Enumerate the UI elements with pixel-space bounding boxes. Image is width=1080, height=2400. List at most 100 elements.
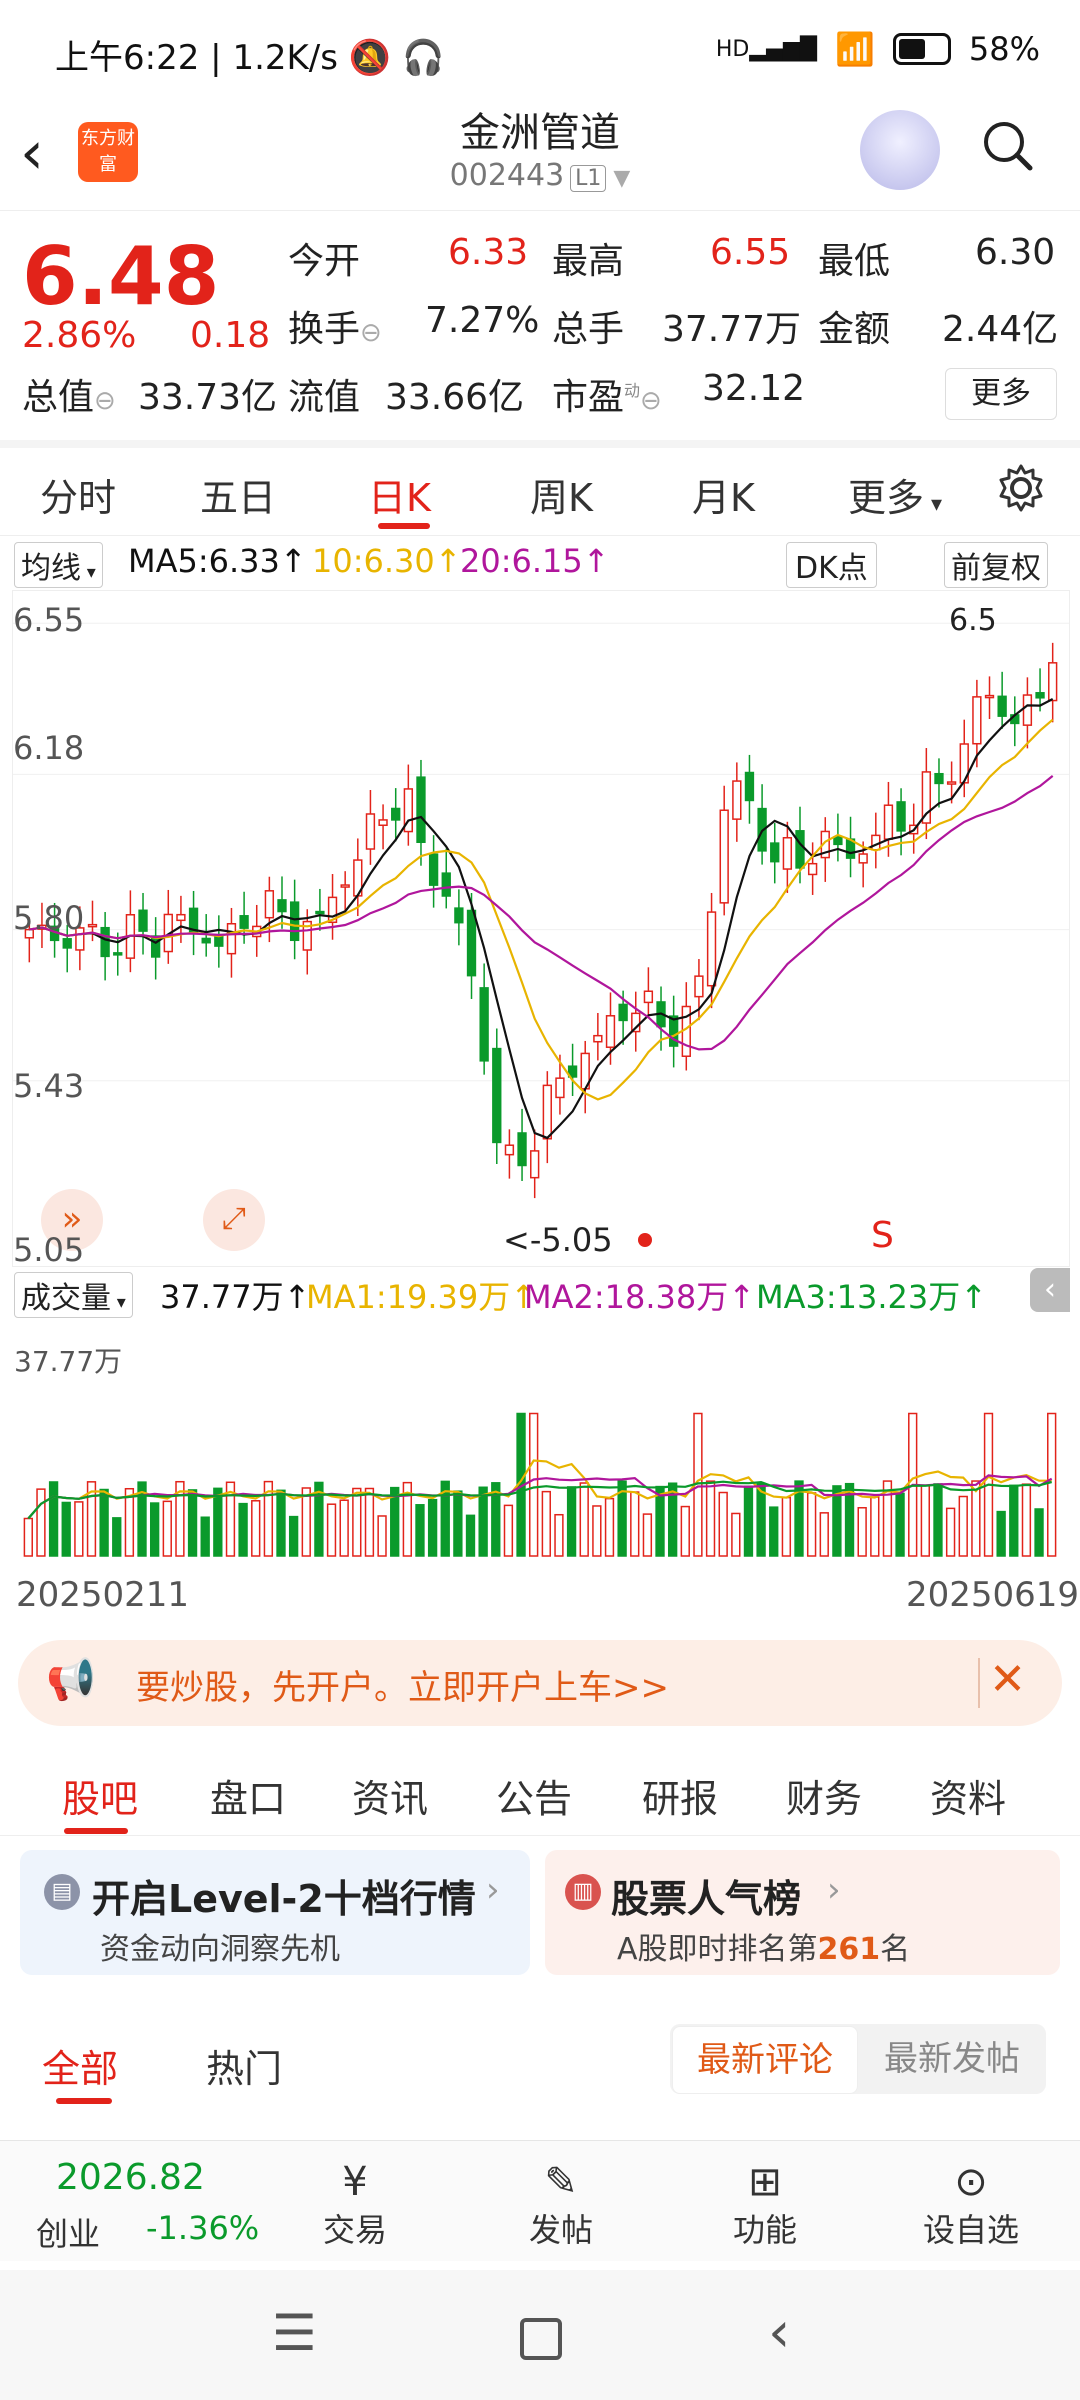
more-button[interactable]: 更多 [945, 368, 1057, 420]
volume-selector[interactable]: 成交量 ▾ [14, 1272, 133, 1318]
kline-chart[interactable]: » ⤢ <-5.05 S 6.5 6.55 6.18 5.80 5.43 5.0… [12, 590, 1070, 1269]
tab-news[interactable]: 资讯 [352, 1768, 428, 1823]
ma-selector[interactable]: 均线 ▾ [14, 542, 103, 588]
turnover-value: 7.27% [425, 300, 540, 341]
volume-bar [680, 1505, 690, 1557]
volume-bar [364, 1487, 375, 1557]
volume-bar [213, 1487, 223, 1557]
filter-all[interactable]: 全部 [42, 2038, 118, 2093]
tab-financials[interactable]: 财务 [786, 1768, 862, 1823]
tab-forum[interactable]: 股吧 [62, 1768, 138, 1823]
volume-bar [415, 1504, 425, 1557]
candle-body [391, 807, 401, 821]
volume-bar [579, 1482, 589, 1557]
volume-bar [200, 1516, 210, 1557]
volume-bar [377, 1515, 387, 1557]
active-tab-indicator [378, 523, 430, 529]
trade-button[interactable]: ¥ 交易 [290, 2159, 420, 2251]
adjust-button[interactable]: 前复权 [944, 542, 1048, 588]
sort-latest-post[interactable]: 最新发帖 [860, 2026, 1044, 2092]
forum-filter: 全部 热门 最新评论 最新发帖 [0, 2010, 1080, 2110]
volume-bar [326, 1503, 337, 1557]
tab-five-day[interactable]: 五日 [200, 467, 276, 522]
volume-bar [187, 1489, 198, 1557]
tab-orderbook[interactable]: 盘口 [210, 1768, 286, 1823]
tab-weekly-k[interactable]: 周K [530, 467, 593, 522]
collapse-panel-icon[interactable]: ‹ [1030, 1268, 1070, 1312]
settings-icon[interactable] [996, 463, 1046, 513]
volume-bar [958, 1495, 968, 1557]
volume-bar [705, 1480, 716, 1557]
volume-bar [339, 1499, 349, 1557]
candle-body [277, 899, 287, 913]
functions-button[interactable]: ⊞ 功能 [700, 2159, 830, 2251]
volume-bar [756, 1482, 766, 1557]
signal-dot [638, 1233, 652, 1247]
volume-bar [604, 1497, 615, 1557]
index-change: -1.36% [146, 2209, 260, 2247]
candle-body [441, 872, 451, 897]
signal-icon: HD▂▄▆█ [715, 36, 818, 62]
home-icon[interactable] [520, 2318, 562, 2360]
tab-research[interactable]: 研报 [642, 1768, 718, 1823]
tab-more[interactable]: 更多 ▾ [848, 467, 942, 522]
popularity-sub: A股即时排名第261名 [617, 1932, 911, 1967]
mcap-value: 33.73亿 [138, 377, 278, 418]
candle-body [782, 837, 793, 870]
candle-body [833, 836, 843, 846]
volume-bar [895, 1492, 905, 1557]
volume-indicator-bar: 成交量 ▾ 37.77万↑ MA1:19.39万↑ MA2:18.38万↑ MA… [0, 1268, 1080, 1318]
popularity-title: 股票人气榜 [611, 1877, 802, 1921]
pe-label[interactable]: 市盈动⊖ [552, 368, 662, 420]
filter-hot[interactable]: 热门 [206, 2038, 282, 2093]
tab-intraday[interactable]: 分时 [40, 467, 116, 522]
assistant-avatar[interactable] [860, 110, 940, 190]
popularity-card[interactable]: ▥ 股票人气榜 › A股即时排名第261名 [545, 1850, 1060, 1975]
menu-icon[interactable]: ☰ [272, 2304, 317, 2362]
open-label: 今开 [288, 241, 361, 282]
end-date: 20250619 [906, 1575, 1080, 1615]
mute-icon: 🔕 [348, 38, 392, 78]
volume-bar [743, 1485, 754, 1557]
dk-point-button[interactable]: DK点 [786, 542, 877, 588]
volume-bar [655, 1485, 665, 1557]
index-name: 创业 [36, 2215, 101, 2253]
headset-icon: 🎧 [401, 38, 445, 78]
sort-latest-comment[interactable]: 最新评论 [672, 2026, 858, 2094]
level2-card[interactable]: ▤ 开启Level-2十档行情 › 资金动向洞察先机 [20, 1850, 530, 1975]
nav-back-icon[interactable]: ‹ [768, 2300, 790, 2365]
candle-body [87, 923, 98, 928]
volume-bar [781, 1496, 792, 1557]
high-value: 6.55 [710, 232, 791, 273]
candle-body [744, 771, 755, 802]
post-button[interactable]: ✎ 发帖 [496, 2159, 626, 2251]
turnover-label[interactable]: 换手⊖ [288, 300, 382, 352]
kline-svg [13, 622, 1069, 1199]
tab-monthly-k[interactable]: 月K [692, 467, 755, 522]
battery-icon [892, 33, 951, 65]
open-account-banner[interactable]: 📢 要炒股，先开户。立即开户上车>> ✕ [18, 1640, 1062, 1726]
banner-divider [978, 1658, 980, 1708]
tab-announcements[interactable]: 公告 [496, 1768, 572, 1823]
sell-signal: S [871, 1215, 894, 1256]
amount-value: 2.44亿 [942, 309, 1059, 350]
candle-body [643, 990, 654, 1004]
candle-body [378, 819, 388, 826]
battery-level: 58% [968, 30, 1040, 68]
search-icon[interactable] [980, 118, 1034, 172]
tab-daily-k[interactable]: 日K [368, 467, 431, 522]
last-price: 6.48 [22, 230, 220, 323]
index-ticker[interactable]: 2026.82 创业 -1.36% [0, 2141, 260, 2261]
tab-profile[interactable]: 资料 [930, 1768, 1006, 1823]
fullscreen-icon[interactable]: ⤢ [203, 1189, 265, 1251]
candle-body [542, 1084, 552, 1140]
volume-bar [945, 1507, 956, 1557]
candle-body [530, 1150, 540, 1179]
close-icon[interactable]: ✕ [989, 1654, 1026, 1705]
candle-body [605, 1015, 616, 1048]
volume-chart[interactable]: 37.77万 [12, 1316, 1068, 1566]
banner-text: 要炒股，先开户。立即开户上车>> [136, 1668, 669, 1708]
mcap-label[interactable]: 总值⊖ [22, 368, 116, 420]
candle-body [454, 907, 464, 924]
add-watchlist-button[interactable]: ⊙ 设自选 [906, 2159, 1036, 2251]
